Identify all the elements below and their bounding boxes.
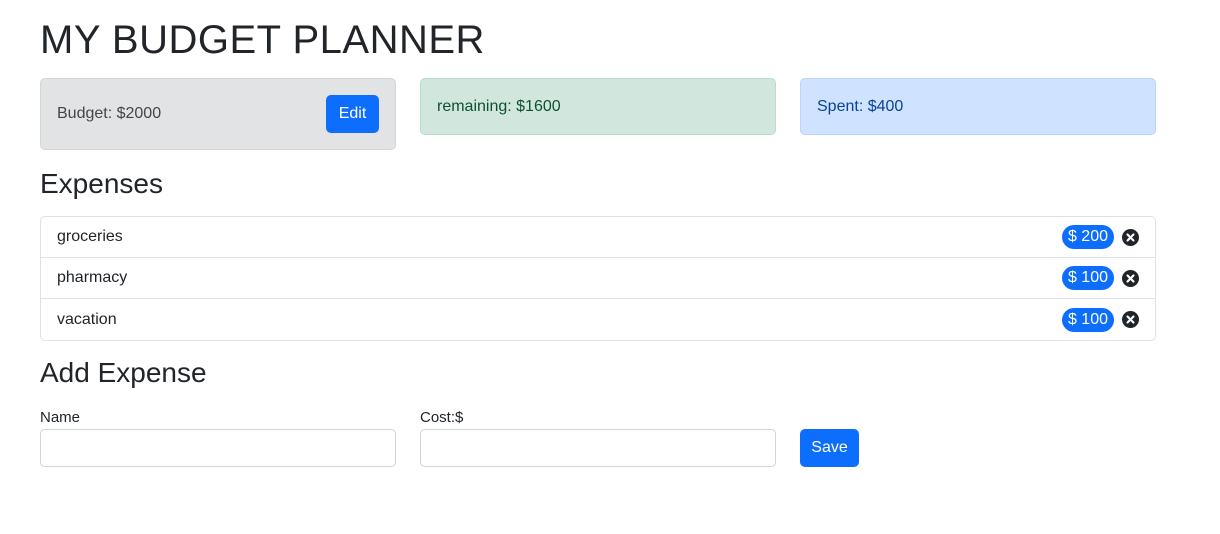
expense-cost-badge: $ 100 [1061, 266, 1114, 290]
cost-label: Cost:$ [420, 409, 464, 426]
times-circle-icon[interactable] [1122, 311, 1139, 328]
edit-budget-button[interactable]: Edit [326, 95, 379, 133]
expense-name: vacation [57, 310, 117, 328]
times-circle-icon[interactable] [1122, 269, 1139, 287]
expense-item: groceries $ 200 [41, 217, 1155, 258]
name-label: Name [40, 409, 81, 426]
times-circle-icon[interactable] [1122, 228, 1139, 246]
expense-cost-badge: $ 200 [1061, 225, 1114, 249]
budget-card: Budget: $2000 Edit [40, 78, 396, 150]
remaining-text: remaining: $1600 [437, 97, 561, 115]
budget-text: Budget: $2000 [57, 105, 162, 122]
remaining-card: remaining: $1600 [420, 78, 776, 135]
name-input[interactable] [40, 429, 396, 467]
spent-text: Spent: $400 [817, 97, 904, 115]
page-title: MY BUDGET PLANNER [40, 18, 485, 62]
expense-item: pharmacy $ 100 [41, 258, 1155, 299]
save-button[interactable]: Save [800, 429, 859, 467]
add-expense-heading: Add Expense [40, 357, 207, 388]
expense-item: vacation $ 100 [41, 299, 1155, 340]
spent-card: Spent: $400 [800, 78, 1156, 135]
expense-cost-badge: $ 100 [1061, 307, 1114, 332]
expense-name: groceries [57, 228, 123, 245]
expense-list: groceries $ 200 pharmacy $ 100 vacation … [40, 216, 1156, 341]
cost-input[interactable] [420, 429, 776, 467]
expense-name: pharmacy [57, 269, 128, 286]
expenses-heading: Expenses [40, 168, 163, 199]
